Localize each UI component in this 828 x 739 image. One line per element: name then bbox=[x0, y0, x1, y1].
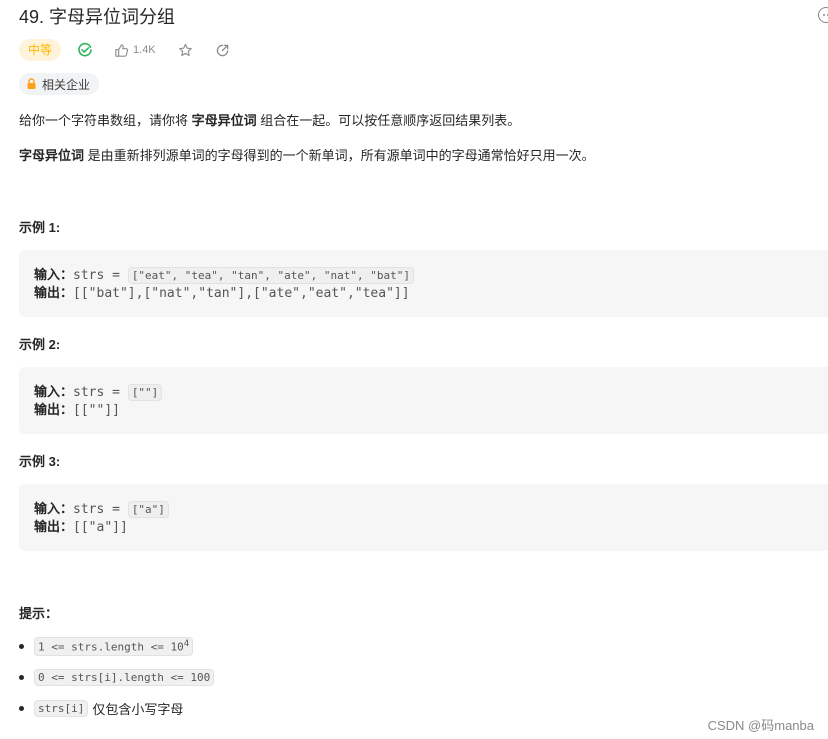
constraint-text: 仅包含小写字母 bbox=[92, 702, 184, 717]
code-text: 1 <= strs.length <= 10 bbox=[38, 640, 184, 654]
example-output: 输出：[["bat"],["nat","tan"],["ate","eat","… bbox=[34, 284, 410, 302]
example-output: 输出：[["a"]] bbox=[34, 518, 128, 536]
check-circle-icon bbox=[78, 42, 92, 57]
constraint-item: 0 <= strs[i].length <= 100 bbox=[19, 669, 215, 686]
output-label: 输出： bbox=[34, 285, 74, 300]
input-value: ["eat", "tea", "tan", "ate", "nat", "bat… bbox=[127, 267, 414, 284]
input-label: 输入： bbox=[34, 501, 74, 516]
bullet bbox=[19, 675, 24, 680]
output-label: 输出： bbox=[34, 519, 74, 534]
input-value: [""] bbox=[127, 384, 163, 401]
bullet bbox=[19, 643, 24, 649]
output-value: [["bat"],["nat","tan"],["ate","eat","tea… bbox=[73, 286, 410, 301]
input-prefix: strs = bbox=[73, 502, 128, 517]
description-paragraph-2: 字母异位词 是由重新排列源单词的字母得到的一个新单词，所有源单词中的字母通常恰好… bbox=[19, 147, 595, 165]
example-heading: 示例 1: bbox=[19, 220, 61, 235]
superscript: 4 bbox=[183, 639, 190, 649]
problem-title: 49. 字母异位词分组 bbox=[19, 7, 176, 27]
output-label: 输出： bbox=[34, 402, 74, 417]
share-button[interactable] bbox=[215, 43, 230, 58]
more-icon[interactable] bbox=[818, 7, 828, 23]
example-box: 输入：strs = ["eat", "tea", "tan", "ate", "… bbox=[19, 250, 828, 317]
like-button[interactable]: 1.4K bbox=[114, 43, 156, 58]
example-input: 输入：strs = ["a"] bbox=[34, 500, 169, 518]
constraints-heading: 提示： bbox=[19, 606, 59, 621]
bullet bbox=[19, 706, 24, 711]
bold-term: 字母异位词 bbox=[19, 148, 85, 163]
input-label: 输入： bbox=[34, 384, 74, 399]
lock-icon bbox=[27, 78, 36, 89]
example-box: 输入：strs = ["a"] 输出：[["a"]] bbox=[19, 484, 828, 551]
bold-term: 字母异位词 bbox=[191, 113, 257, 128]
constraint-item: 1 <= strs.length <= 104 bbox=[19, 637, 194, 656]
constraint-code: 0 <= strs[i].length <= 100 bbox=[34, 669, 215, 686]
output-value: [["a"]] bbox=[73, 520, 128, 535]
input-label: 输入： bbox=[34, 267, 74, 282]
input-prefix: strs = bbox=[73, 268, 128, 283]
related-companies-tag[interactable]: 相关企业 bbox=[19, 73, 100, 95]
example-input: 输入：strs = [""] bbox=[34, 383, 163, 401]
text: 组合在一起。可以按任意顺序返回结果列表。 bbox=[256, 113, 521, 128]
output-value: [[""]] bbox=[73, 403, 120, 418]
text: 给你一个字符串数组，请你将 bbox=[19, 113, 192, 128]
example-heading: 示例 2: bbox=[19, 337, 61, 352]
like-count: 1.4K bbox=[133, 44, 156, 56]
constraint-item: strs[i] 仅包含小写字母 bbox=[19, 699, 183, 718]
star-icon bbox=[178, 43, 192, 56]
thumbs-up-icon bbox=[115, 43, 129, 57]
text: 是由重新排列源单词的字母得到的一个新单词，所有源单词中的字母通常恰好只用一次。 bbox=[84, 148, 595, 163]
watermark: CSDN @码manba bbox=[707, 718, 814, 733]
input-prefix: strs = bbox=[73, 385, 128, 400]
related-companies-label: 相关企业 bbox=[42, 77, 91, 92]
example-input: 输入：strs = ["eat", "tea", "tan", "ate", "… bbox=[34, 266, 414, 284]
constraint-code: strs[i] bbox=[34, 700, 89, 717]
example-heading: 示例 3: bbox=[19, 454, 61, 469]
input-value: ["a"] bbox=[127, 501, 169, 518]
difficulty-badge: 中等 bbox=[19, 39, 62, 61]
solved-status bbox=[77, 42, 93, 58]
description-paragraph-1: 给你一个字符串数组，请你将 字母异位词 组合在一起。可以按任意顺序返回结果列表。 bbox=[19, 112, 520, 130]
favorite-button[interactable] bbox=[178, 43, 193, 58]
constraint-code: 1 <= strs.length <= 104 bbox=[34, 637, 194, 656]
example-output: 输出：[[""]] bbox=[34, 401, 120, 419]
share-icon bbox=[216, 44, 228, 56]
example-box: 输入：strs = [""] 输出：[[""]] bbox=[19, 367, 828, 434]
meta-row: 中等 1.4K bbox=[19, 39, 230, 61]
